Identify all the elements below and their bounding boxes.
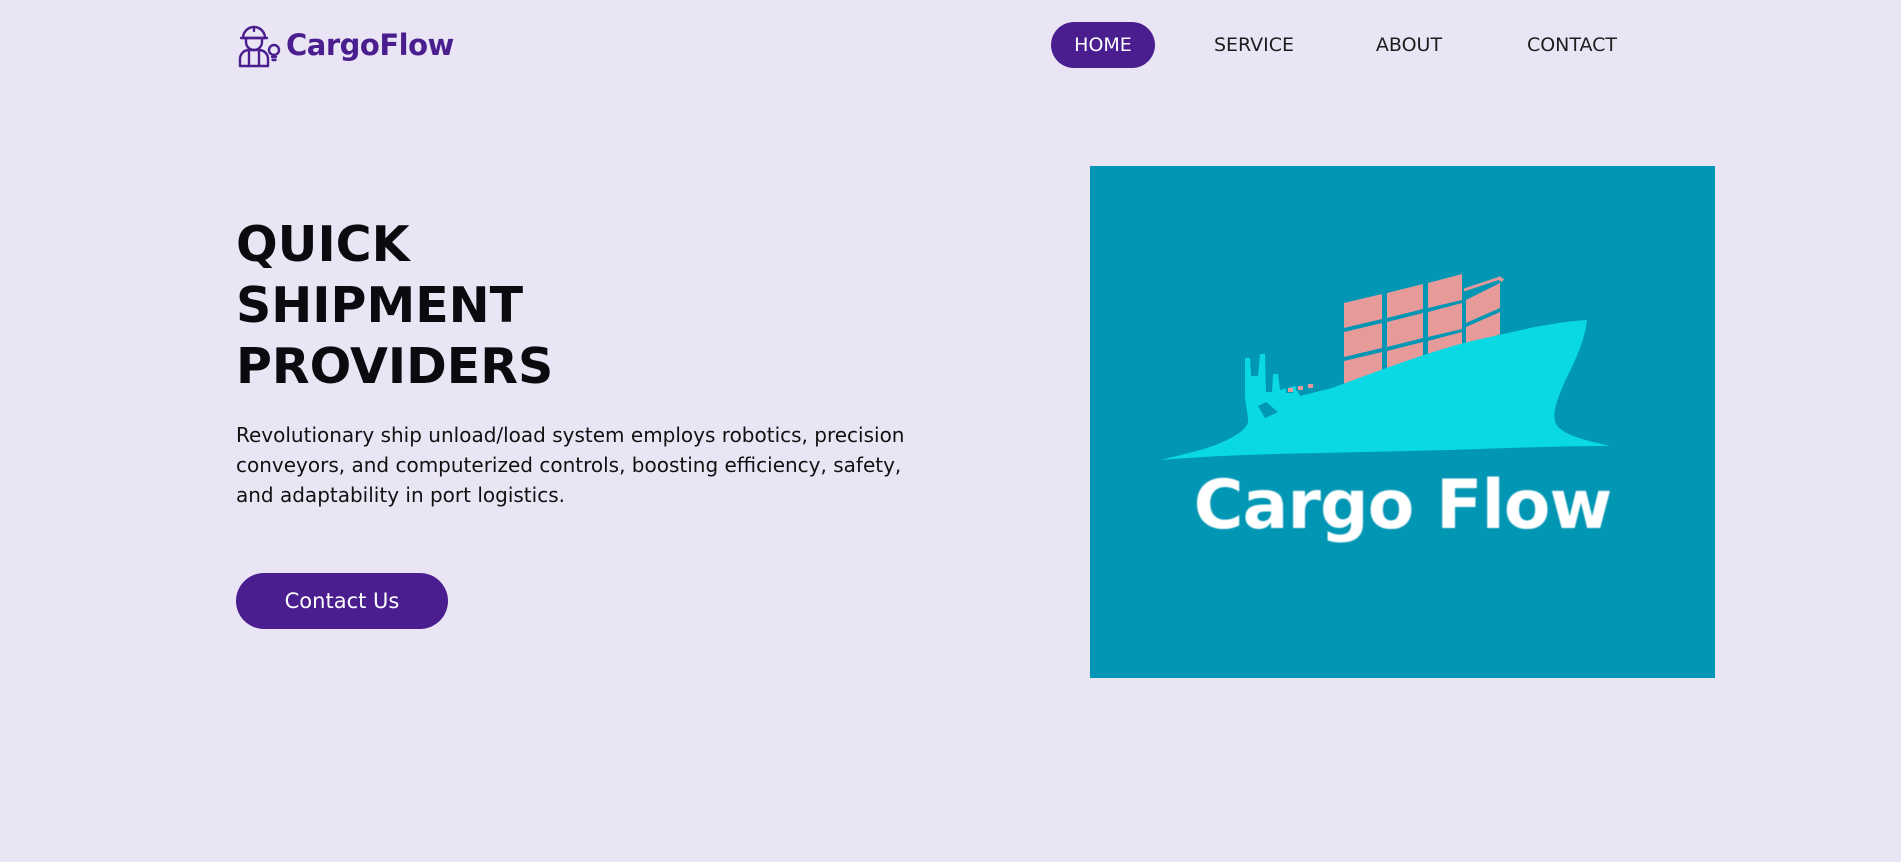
nav-home[interactable]: HOME xyxy=(1051,22,1155,68)
hero-title-line: QUICK xyxy=(236,216,410,273)
contact-us-button[interactable]: Contact Us xyxy=(236,573,448,629)
hero-title-line: PROVIDERS xyxy=(236,338,554,395)
nav-about[interactable]: ABOUT xyxy=(1369,22,1449,68)
nav-contact[interactable]: CONTACT xyxy=(1520,22,1624,68)
cargo-ship-icon xyxy=(1090,166,1715,466)
site-header: CargoFlow HOME SERVICE ABOUT CONTACT xyxy=(0,0,1901,90)
hero-image-brand-text: Cargo Flow xyxy=(1193,466,1613,545)
hero-title-line: SHIPMENT xyxy=(236,277,524,334)
hero-title: QUICK SHIPMENT PROVIDERS xyxy=(236,214,553,397)
hero-image: Cargo Flow xyxy=(1090,166,1715,678)
hero-description: Revolutionary ship unload/load system em… xyxy=(236,423,905,507)
main-nav: HOME SERVICE ABOUT CONTACT xyxy=(0,22,1901,68)
nav-service[interactable]: SERVICE xyxy=(1205,22,1303,68)
